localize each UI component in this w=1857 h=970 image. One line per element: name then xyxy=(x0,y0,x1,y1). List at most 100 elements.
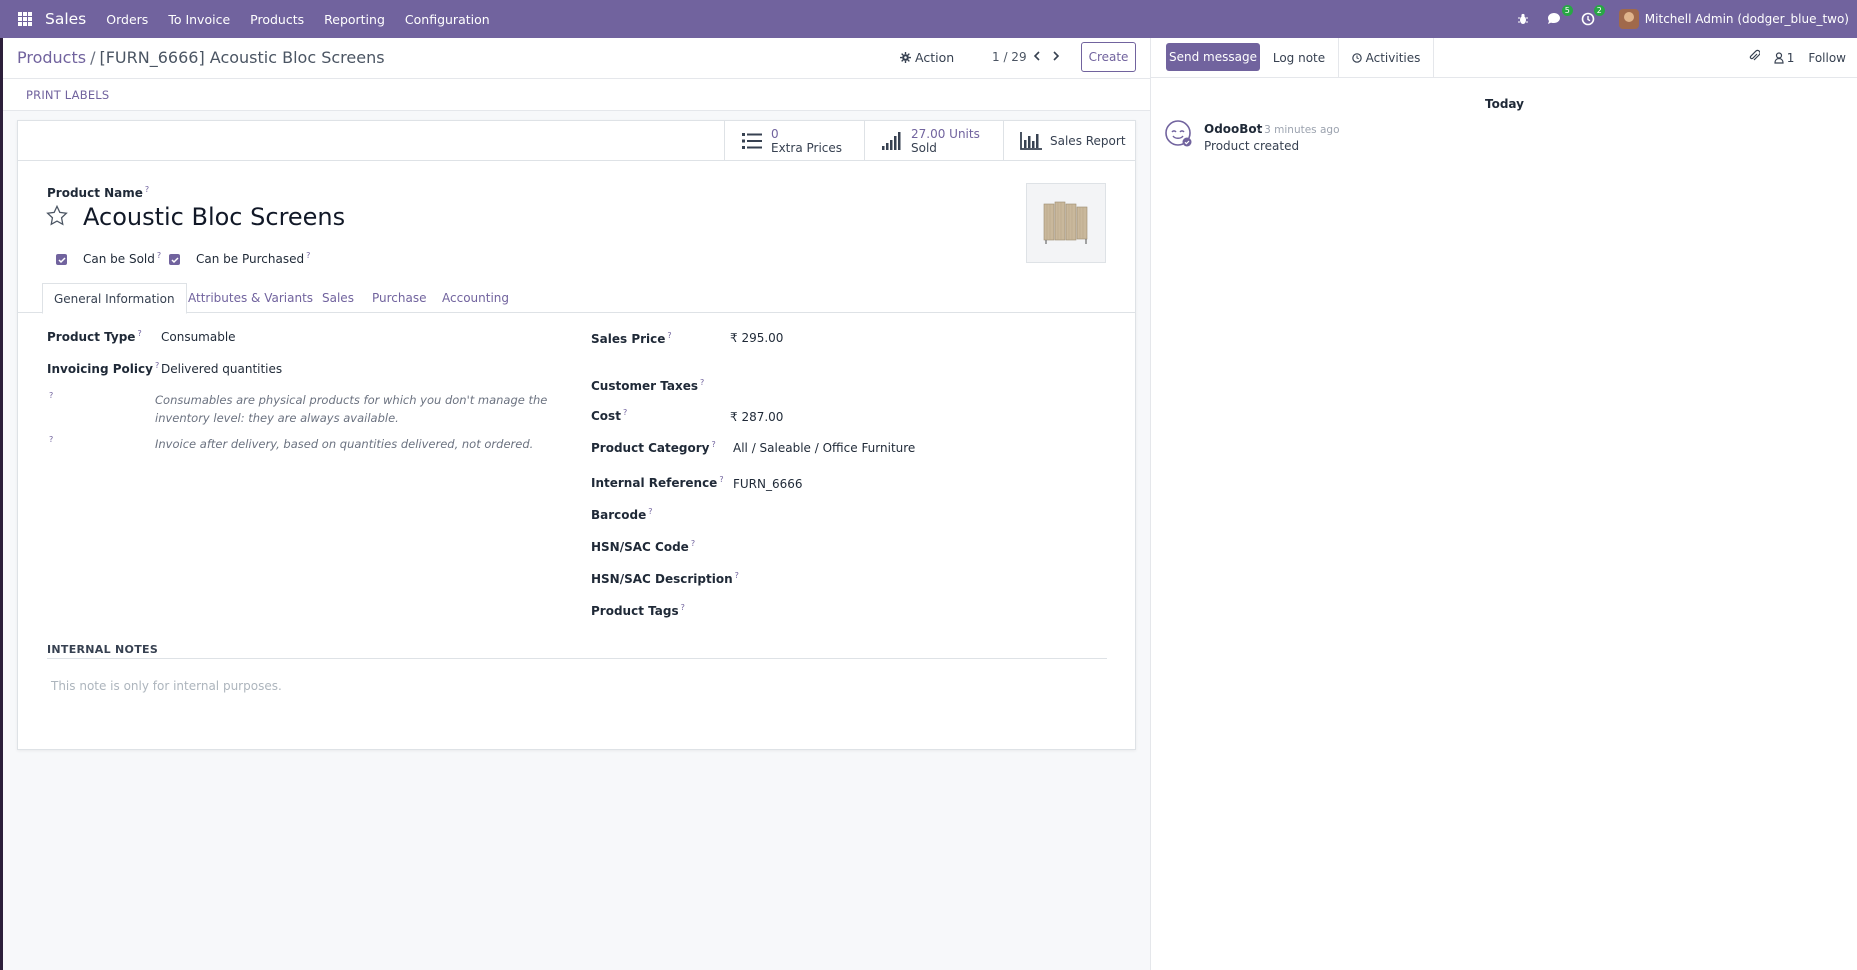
product-category-label-text: Product Category xyxy=(591,441,710,455)
internal-reference-field[interactable]: FURN_6666 xyxy=(733,477,803,491)
help-tooltip-icon[interactable]: ? xyxy=(700,378,704,387)
extra-prices-label: Extra Prices xyxy=(771,141,843,155)
activities-clock-icon[interactable]: 2 xyxy=(1581,5,1605,26)
pager-next-icon[interactable] xyxy=(1049,48,1063,64)
breadcrumb: Products / [FURN_6666] Acoustic Bloc Scree… xyxy=(17,48,385,67)
tab-purchase[interactable]: Purchase xyxy=(372,283,427,313)
breadcrumb-separator: / xyxy=(90,48,96,67)
activities-badge: 2 xyxy=(1593,5,1605,16)
product-type-label-text: Product Type xyxy=(47,330,136,344)
extra-prices-smart-button[interactable]: 0 Extra Prices xyxy=(724,121,864,161)
can-be-sold-checkbox[interactable] xyxy=(56,254,67,265)
breadcrumb-products-link[interactable]: Products xyxy=(17,48,86,67)
sold-smart-button[interactable]: 27.00 Units Sold xyxy=(864,121,1003,161)
cost-field[interactable]: ₹ 287.00 xyxy=(730,410,783,424)
list-icon xyxy=(741,130,763,152)
tab-general-information[interactable]: General Information xyxy=(42,283,187,314)
invoicing-policy-select[interactable]: Delivered quantities xyxy=(161,362,282,376)
help-tooltip-icon[interactable]: ? xyxy=(155,361,159,370)
help-tooltip-icon[interactable]: ? xyxy=(691,539,695,548)
cost-label-text: Cost xyxy=(591,409,621,423)
help-tooltip-icon[interactable]: ? xyxy=(137,329,141,338)
message-author[interactable]: OdooBot xyxy=(1204,122,1262,136)
send-message-button[interactable]: Send message xyxy=(1166,43,1260,71)
bug-icon[interactable] xyxy=(1517,13,1529,25)
paperclip-icon[interactable] xyxy=(1748,49,1761,66)
pager-value[interactable]: 1 / 29 xyxy=(992,50,1027,64)
hsn-sac-description-label: HSN/SAC Description? xyxy=(591,571,739,586)
action-button[interactable]: Action xyxy=(900,50,954,65)
barcode-label: Barcode? xyxy=(591,507,653,522)
follow-button[interactable]: Follow xyxy=(1808,51,1846,65)
date-separator: Today xyxy=(1485,97,1524,111)
top-navbar: Sales Orders To Invoice Products Reporti… xyxy=(0,0,1857,38)
create-button[interactable]: Create xyxy=(1081,42,1136,72)
help-tooltip-icon[interactable]: ? xyxy=(306,251,310,260)
help-tooltip-icon[interactable]: ? xyxy=(711,440,715,449)
tab-attributes-variants[interactable]: Attributes & Variants xyxy=(188,283,313,313)
log-note-button[interactable]: Log note xyxy=(1260,38,1339,77)
help-tooltip-icon[interactable]: ? xyxy=(681,603,685,612)
menu-configuration[interactable]: Configuration xyxy=(395,12,500,27)
product-category-field[interactable]: All / Saleable / Office Furniture xyxy=(733,441,915,455)
user-avatar xyxy=(1618,9,1639,29)
clock-icon xyxy=(1351,52,1362,63)
control-panel: Products / [FURN_6666] Acoustic Bloc Scree… xyxy=(3,38,1150,79)
hsn-sac-code-label: HSN/SAC Code? xyxy=(591,539,695,554)
invoicing-policy-label: Invoicing Policy? xyxy=(47,361,159,376)
help-question-icon: ? xyxy=(49,391,54,400)
product-type-help-text: Consumables are physical products for wh… xyxy=(155,393,548,425)
sales-price-field[interactable]: ₹ 295.00 xyxy=(730,331,783,345)
can-be-purchased-checkbox[interactable] xyxy=(169,254,180,265)
help-tooltip-icon[interactable]: ? xyxy=(667,331,671,340)
messages-badge: 5 xyxy=(1561,5,1573,16)
sales-price-label-text: Sales Price xyxy=(591,332,666,346)
favorite-star-icon[interactable] xyxy=(46,204,68,230)
menu-products[interactable]: Products xyxy=(240,12,314,27)
help-tooltip-icon[interactable]: ? xyxy=(157,251,161,260)
product-category-label: Product Category? xyxy=(591,440,716,455)
product-type-select[interactable]: Consumable xyxy=(161,330,236,344)
pager-previous-icon[interactable] xyxy=(1030,48,1044,64)
bar-chart-icon xyxy=(1020,130,1042,152)
product-name-field[interactable]: Acoustic Bloc Screens xyxy=(83,203,345,231)
sales-report-smart-button[interactable]: Sales Report xyxy=(1003,121,1135,161)
product-tags-label-text: Product Tags xyxy=(591,604,679,618)
app-brand[interactable]: Sales xyxy=(45,10,86,28)
activities-label: Activities xyxy=(1365,50,1421,65)
extra-prices-count: 0 xyxy=(771,127,779,141)
navbar-systray: 5 2 Mitchell Admin (dodger_blue_two) xyxy=(1517,0,1849,38)
customer-taxes-label: Customer Taxes? xyxy=(591,378,704,393)
menu-reporting[interactable]: Reporting xyxy=(314,12,395,27)
help-tooltip-icon[interactable]: ? xyxy=(648,507,652,516)
internal-notes-field[interactable]: This note is only for internal purposes. xyxy=(51,679,282,693)
user-name: Mitchell Admin (dodger_blue_two) xyxy=(1644,12,1849,26)
user-icon xyxy=(1774,51,1784,64)
can-be-purchased-label-text: Can be Purchased xyxy=(196,252,305,266)
chatter-topbar: Send message Log note Activities 1 Follo… xyxy=(1151,38,1857,78)
product-image[interactable] xyxy=(1026,183,1106,263)
apps-grid-icon[interactable] xyxy=(18,12,32,26)
barcode-label-text: Barcode xyxy=(591,508,647,522)
sales-report-label: Sales Report xyxy=(1050,134,1126,148)
messages-icon[interactable]: 5 xyxy=(1547,5,1573,26)
help-tooltip-icon[interactable]: ? xyxy=(623,408,627,417)
sold-label: Sold xyxy=(911,141,937,155)
activities-button[interactable]: Activities xyxy=(1339,38,1434,77)
user-menu[interactable]: Mitchell Admin (dodger_blue_two) xyxy=(1618,9,1849,29)
chatter-actions: 1 Follow xyxy=(1748,49,1846,66)
can-be-sold-label-text: Can be Sold xyxy=(83,252,155,266)
print-labels-button[interactable]: PRINT LABELS xyxy=(26,88,109,102)
help-tooltip-icon[interactable]: ? xyxy=(145,185,149,194)
help-question-icon: ? xyxy=(49,435,54,444)
tab-sales[interactable]: Sales xyxy=(322,283,354,313)
tab-accounting[interactable]: Accounting xyxy=(442,283,509,313)
message-body: Product created xyxy=(1204,139,1300,153)
help-tooltip-icon[interactable]: ? xyxy=(719,475,723,484)
help-tooltip-icon[interactable]: ? xyxy=(735,571,739,580)
cost-label: Cost? xyxy=(591,408,627,423)
menu-to-invoice[interactable]: To Invoice xyxy=(158,12,240,27)
internal-notes-divider xyxy=(47,658,1107,659)
followers-button[interactable]: 1 xyxy=(1774,51,1794,65)
menu-orders[interactable]: Orders xyxy=(96,12,158,27)
